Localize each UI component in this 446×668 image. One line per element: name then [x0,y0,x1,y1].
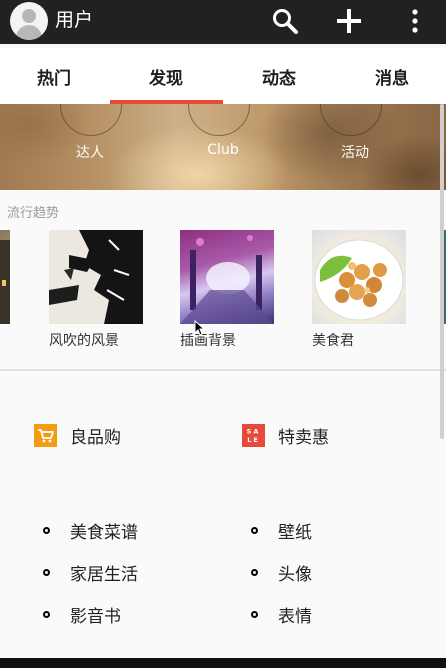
bullet-icon [43,568,50,576]
bullet-icon [43,610,50,618]
sale-icon: SA LE [242,423,265,447]
discover-banner: 达人 Club 活动 [0,104,446,190]
category-item[interactable]: 表情 [251,602,312,627]
trend-thumbnail[interactable] [49,230,143,324]
tab-discover[interactable]: 发现 [110,48,222,104]
shopping-cart-icon [34,423,57,447]
category-label: 壁纸 [278,522,312,543]
more-vertical-icon[interactable] [400,6,430,36]
tab-bar: 热门 发现 动态 消息 [0,48,446,104]
category-label: 美食菜谱 [70,522,138,543]
trend-label[interactable]: 美食君 [312,330,354,350]
category-label: 影音书 [70,606,121,627]
svg-text:SA: SA [247,427,261,435]
trend-thumbnail[interactable] [180,230,274,324]
bullet-icon [251,610,258,618]
shop-link-sale[interactable]: SA LE 特卖惠 [242,422,329,448]
search-icon[interactable] [270,6,300,36]
category-item[interactable]: 头像 [251,560,312,585]
bottom-bar [0,658,446,668]
app-screen: 用户 热门 发现 动态 消息 达人 Club 活动 流行趋势 风吹的风景 插画背… [0,0,446,668]
trend-label[interactable]: 风吹的风景 [49,330,119,350]
category-item[interactable]: 美食菜谱 [43,518,138,543]
category-label: 家居生活 [70,564,138,585]
category-label: 头像 [278,564,312,585]
shop-link-label: 特卖惠 [278,427,329,448]
add-icon[interactable] [334,6,364,36]
bullet-icon [251,568,258,576]
avatar[interactable] [10,2,48,40]
tab-feed[interactable]: 动态 [223,48,335,104]
trend-label[interactable]: 插画背景 [180,330,236,350]
mouse-cursor-icon [194,319,206,340]
top-bar: 用户 [0,0,446,44]
shop-link-goods[interactable]: 良品购 [34,422,121,448]
tab-hot[interactable]: 热门 [0,48,110,104]
svg-text:LE: LE [247,436,260,444]
bullet-icon [43,526,50,534]
user-name[interactable]: 用户 [55,8,93,32]
category-item[interactable]: 家居生活 [43,560,138,585]
shop-link-label: 良品购 [70,427,121,448]
banner-item-events[interactable]: 活动 [305,142,405,162]
section-divider [0,369,446,371]
trends-title: 流行趋势 [7,206,60,221]
bullet-icon [251,526,258,534]
trend-thumbnail[interactable] [312,230,406,324]
banner-item-experts[interactable]: 达人 [40,142,140,162]
trend-thumbnail[interactable] [0,230,10,324]
tab-messages[interactable]: 消息 [336,48,446,104]
category-item[interactable]: 影音书 [43,602,121,627]
category-item[interactable]: 壁纸 [251,518,312,543]
category-label: 表情 [278,606,312,627]
banner-item-club[interactable]: Club [173,142,273,158]
scrollbar[interactable] [440,104,444,439]
